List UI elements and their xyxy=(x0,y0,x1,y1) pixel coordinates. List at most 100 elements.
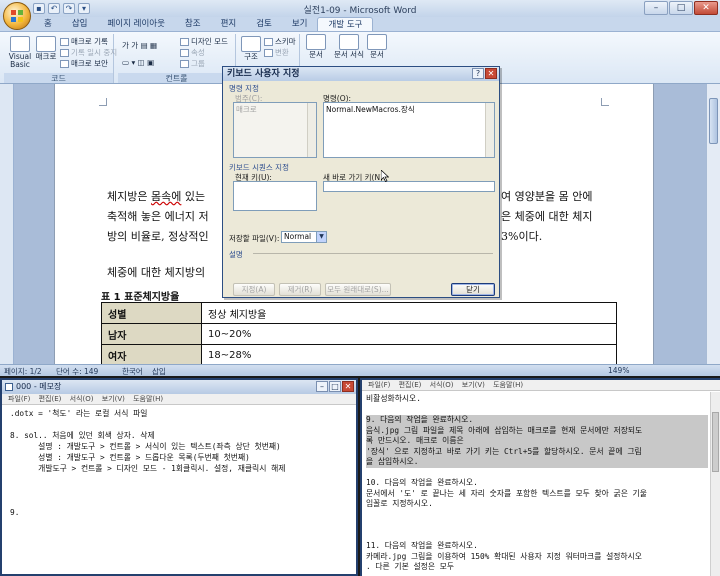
menu-help[interactable]: 도움말(H) xyxy=(493,381,523,389)
vertical-scrollbar[interactable] xyxy=(706,84,720,364)
protect-document-button[interactable]: 문서 xyxy=(305,34,327,59)
transform-button[interactable]: 변환 xyxy=(264,47,289,58)
text-line xyxy=(366,520,708,531)
text-line: 문서에서 '도' 로 끝나는 세 자리 숫자를 포함한 텍스트를 모두 찾아 굵… xyxy=(366,488,647,498)
notepad-window: 000 - 메모장 – □ ✕ 파일(F) 편집(E) 서식(O) 보기(V) … xyxy=(0,378,358,576)
help-icon[interactable]: ? xyxy=(472,68,484,79)
close-button[interactable]: 닫기 xyxy=(451,283,495,296)
body-line-3-left: 방의 비율로, 정상적인 xyxy=(107,230,209,243)
table-row: 남자 10~20% xyxy=(101,323,617,345)
text-line: 9. 다음의 작업을 완료하시오. xyxy=(366,415,708,426)
minimize-icon[interactable]: – xyxy=(316,381,328,392)
table-cell[interactable]: 10~20% xyxy=(201,323,617,345)
menu-view[interactable]: 보기(V) xyxy=(462,381,485,389)
zoom-level[interactable]: 149% xyxy=(608,366,629,375)
tab-home[interactable]: 홈 xyxy=(34,17,62,31)
properties-label: 속성 xyxy=(191,48,205,57)
margin-mark xyxy=(601,98,609,106)
close-icon[interactable]: ✕ xyxy=(342,381,354,392)
table-cell[interactable]: 남자 xyxy=(101,323,202,345)
reset-all-button[interactable]: 모두 원래대로(S)... xyxy=(325,283,391,296)
menu-view[interactable]: 보기(V) xyxy=(102,395,125,403)
other-controls[interactable]: ▭ ▾ ◫ ▣ xyxy=(122,58,154,67)
tab-references[interactable]: 참조 xyxy=(175,17,211,31)
text-controls[interactable]: 가 가 ▤ ▦ xyxy=(122,40,157,51)
language-status[interactable]: 한국어 xyxy=(122,366,143,376)
visual-basic-button[interactable]: Visual Basic xyxy=(8,36,32,69)
scroll-thumb[interactable] xyxy=(709,98,718,144)
schema-icon xyxy=(264,38,273,46)
assign-button[interactable]: 지정(A) xyxy=(233,283,275,296)
pause-recording-button[interactable]: 기록 일시 중지 xyxy=(60,47,117,58)
schema-button[interactable]: 스키마 xyxy=(264,36,296,47)
instructions-text-area[interactable]: 비활성화하시오. 9. 다음의 작업을 완료하시오. 음식.jpg 그림 파일을… xyxy=(366,394,708,574)
menu-file[interactable]: 파일(F) xyxy=(8,395,30,403)
list-item[interactable]: Normal.NewMacros.장식 xyxy=(326,104,492,115)
word-titlebar: ▪ ↶ ↷ ▾ 실전1-09 - Microsoft Word – □ ✕ xyxy=(0,0,720,17)
notepad-icon xyxy=(5,383,13,391)
menu-format[interactable]: 서식(O) xyxy=(70,395,94,403)
macro-label: 매크로 xyxy=(35,52,57,61)
group-button[interactable]: 그룹 xyxy=(180,58,205,69)
menu-edit[interactable]: 편집(E) xyxy=(39,395,62,403)
word-count[interactable]: 단어 수: 149 xyxy=(56,366,98,376)
minimize-icon[interactable]: – xyxy=(644,1,668,15)
dialog-title: 키보드 사용자 지정 xyxy=(223,67,499,81)
body-line-3-right: 3%이다. xyxy=(501,230,543,243)
document-panel-label: 문서 xyxy=(370,50,384,59)
remove-button[interactable]: 제거(R) xyxy=(279,283,321,296)
tab-insert[interactable]: 삽입 xyxy=(62,17,98,31)
tab-developer[interactable]: 개발 도구 xyxy=(317,17,374,31)
list-item[interactable]: 매크로 xyxy=(236,104,314,115)
menu-file[interactable]: 파일(F) xyxy=(368,381,390,389)
tab-view[interactable]: 보기 xyxy=(282,17,318,31)
design-mode-button[interactable]: 디자인 모드 xyxy=(180,36,228,47)
vertical-scrollbar[interactable] xyxy=(710,392,720,576)
macro-button[interactable]: 매크로 xyxy=(34,36,58,61)
document-panel-button[interactable]: 문서 xyxy=(366,34,388,59)
categories-list[interactable]: 매크로 xyxy=(233,102,317,158)
text-line: 10. 다음의 작업을 완료하시오. xyxy=(366,478,478,487)
table-cell[interactable]: 18~28% xyxy=(201,344,617,364)
word-window-controls: – □ ✕ xyxy=(644,1,718,15)
tab-mailings[interactable]: 편지 xyxy=(211,17,247,31)
transform-label: 변환 xyxy=(275,48,289,57)
save-in-select[interactable]: Normal ▼ xyxy=(281,231,327,243)
structure-icon xyxy=(241,36,261,52)
tab-page-layout[interactable]: 페이지 레이아웃 xyxy=(97,17,174,31)
design-mode-label: 디자인 모드 xyxy=(191,37,228,46)
page-count[interactable]: 페이지: 1/2 xyxy=(4,366,42,376)
close-icon[interactable]: ✕ xyxy=(485,68,497,79)
description-section-label: 설명 xyxy=(229,250,243,259)
notepad-text-area[interactable]: .dotx = '척도' 라는 로컬 서식 파일 8. sol.. 처음에 있던… xyxy=(10,408,352,570)
close-icon[interactable]: ✕ xyxy=(694,1,718,15)
table-cell[interactable]: 성별 xyxy=(101,302,202,324)
current-keys-list[interactable] xyxy=(233,181,317,211)
word-title: 실전1-09 - Microsoft Word xyxy=(303,6,417,16)
chevron-down-icon[interactable]: ▼ xyxy=(316,232,326,242)
new-shortcut-input[interactable] xyxy=(323,181,495,192)
properties-button[interactable]: 속성 xyxy=(180,47,205,58)
menu-format[interactable]: 서식(O) xyxy=(430,381,454,389)
insert-mode-status[interactable]: 삽입 xyxy=(152,366,166,376)
scroll-thumb[interactable] xyxy=(712,412,719,472)
office-logo-icon xyxy=(11,10,23,22)
customize-keyboard-dialog: 키보드 사용자 지정 ? ✕ 명령 지정 범주(C): 매크로 명령(O): N… xyxy=(222,66,500,298)
table-cell[interactable]: 여자 xyxy=(101,344,202,364)
menu-edit[interactable]: 편집(E) xyxy=(399,381,422,389)
list-scrollbar[interactable] xyxy=(485,103,494,157)
ribbon-tabs: 홈 삽입 페이지 레이아웃 참조 편지 검토 보기 개발 도구 xyxy=(34,17,374,31)
tab-review[interactable]: 검토 xyxy=(246,17,282,31)
record-macro-button[interactable]: 매크로 기록 xyxy=(60,36,108,47)
document-template-button[interactable]: 문서 서식 xyxy=(334,34,364,59)
macro-security-button[interactable]: 매크로 보안 xyxy=(60,58,108,69)
menu-help[interactable]: 도움말(H) xyxy=(133,395,163,403)
list-scrollbar[interactable] xyxy=(307,103,316,157)
maximize-icon[interactable]: □ xyxy=(669,1,693,15)
commands-list[interactable]: Normal.NewMacros.장식 xyxy=(323,102,495,158)
properties-icon xyxy=(180,49,189,57)
office-button[interactable] xyxy=(3,2,31,30)
structure-button[interactable]: 구조 xyxy=(240,36,262,61)
table-cell[interactable]: 정상 체지방율 xyxy=(201,302,617,324)
maximize-icon[interactable]: □ xyxy=(329,381,341,392)
